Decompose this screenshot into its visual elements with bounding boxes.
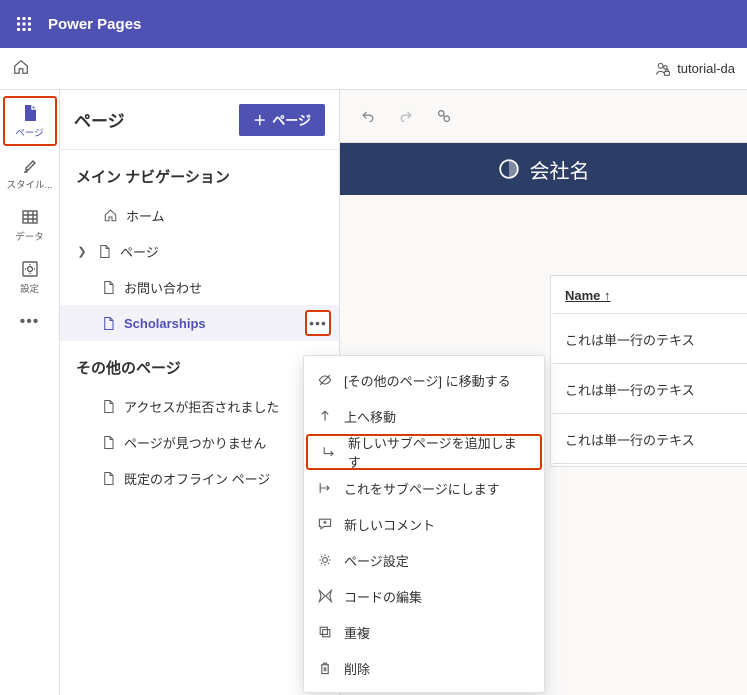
page-context-menu: [その他のページ] に移動する 上へ移動 新しいサブページを追加します これをサ… [303, 355, 545, 693]
home-icon [102, 208, 118, 223]
ctx-add-subpage[interactable]: 新しいサブページを追加します [306, 434, 542, 470]
section-other-pages: その他のページ [60, 341, 339, 388]
left-rail: ページ スタイル... データ 設定 ••• [0, 90, 60, 695]
rail-pages[interactable]: ページ [3, 96, 57, 146]
rail-styles[interactable]: スタイル... [3, 148, 57, 198]
table-row[interactable]: これは単一行のテキス [553, 366, 747, 414]
tree-offline[interactable]: 既定のオフライン ページ [60, 460, 339, 496]
gear-icon [316, 552, 334, 568]
table-row[interactable]: これは単一行のテキス [553, 416, 747, 464]
plus-icon: ＋ [253, 110, 266, 129]
environment-picker[interactable]: tutorial-da [655, 61, 735, 77]
tree-scholarships[interactable]: Scholarships ••• [60, 305, 339, 341]
home-button[interactable] [12, 58, 30, 79]
page-icon [100, 399, 116, 414]
trash-icon [316, 660, 334, 676]
rail-data[interactable]: データ [3, 200, 57, 250]
pages-panel: ページ ＋ ページ メイン ナビゲーション ホーム ❯ ページ お問い合わせ [60, 90, 340, 695]
ctx-move-up[interactable]: 上へ移動 [304, 398, 544, 434]
preview-table: Name ↑ これは単一行のテキス これは単一行のテキス これは単一行のテキス [550, 275, 747, 467]
link-button[interactable] [434, 106, 454, 126]
page-icon [100, 316, 116, 331]
tree-contact[interactable]: お問い合わせ [60, 269, 339, 305]
redo-button[interactable] [396, 106, 416, 126]
page-icon [100, 471, 116, 486]
page-icon [100, 280, 116, 295]
ctx-make-subpage[interactable]: これをサブページにします [304, 470, 544, 506]
ctx-page-settings[interactable]: ページ設定 [304, 542, 544, 578]
ctx-delete[interactable]: 削除 [304, 650, 544, 686]
eye-off-icon [316, 372, 334, 388]
duplicate-icon [316, 624, 334, 640]
rail-settings[interactable]: 設定 [3, 252, 57, 302]
ctx-duplicate[interactable]: 重複 [304, 614, 544, 650]
table-row[interactable]: これは単一行のテキス [553, 316, 747, 364]
ctx-new-comment[interactable]: 新しいコメント [304, 506, 544, 542]
undo-button[interactable] [358, 106, 378, 126]
tree-home[interactable]: ホーム [60, 197, 339, 233]
page-more-button[interactable]: ••• [305, 310, 331, 336]
sort-up-icon: ↑ [604, 288, 611, 303]
page-icon [96, 244, 112, 259]
tree-access-denied[interactable]: アクセスが拒否されました [60, 388, 339, 424]
comment-icon [316, 516, 334, 532]
add-page-button[interactable]: ＋ ページ [239, 104, 325, 136]
arrow-up-icon [316, 408, 334, 424]
indent-icon [316, 480, 334, 496]
subpage-add-icon [320, 444, 338, 460]
app-launcher[interactable] [8, 8, 40, 40]
page-icon [100, 435, 116, 450]
panel-title: ページ [74, 107, 125, 132]
environment-label: tutorial-da [677, 61, 735, 76]
chevron-right-icon: ❯ [76, 245, 88, 258]
tree-not-found[interactable]: ページが見つかりません [60, 424, 339, 460]
rail-more[interactable]: ••• [3, 304, 57, 340]
code-icon [316, 588, 334, 604]
preview-header: 会社名 [340, 143, 747, 195]
column-name[interactable]: Name ↑ [553, 278, 747, 314]
section-main-nav: メイン ナビゲーション [60, 150, 339, 197]
ctx-move-other[interactable]: [その他のページ] に移動する [304, 362, 544, 398]
ctx-edit-code[interactable]: コードの編集 [304, 578, 544, 614]
brand-title: Power Pages [48, 16, 141, 33]
logo-icon [498, 158, 520, 180]
tree-pages[interactable]: ❯ ページ [60, 233, 339, 269]
